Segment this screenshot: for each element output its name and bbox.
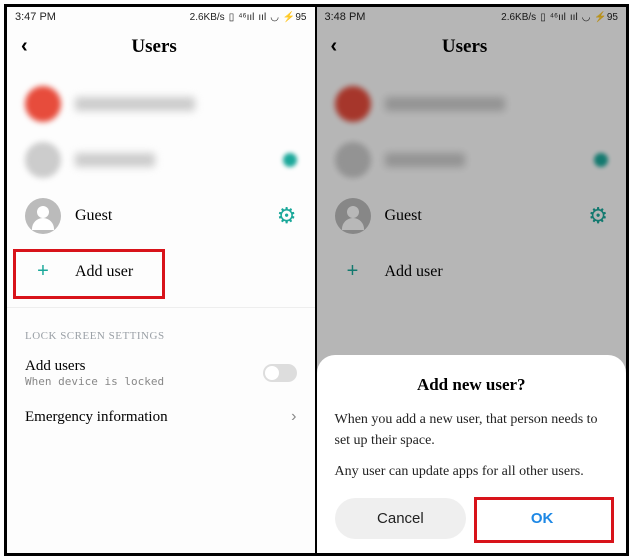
add-user-label: Add user [385,263,443,281]
toggle-add-users-locked[interactable] [263,364,297,382]
gear-icon[interactable]: ⚙ [588,203,608,229]
add-user-label: Add user [75,263,133,281]
dialog-body: When you add a new user, that person nee… [335,409,609,482]
dialog-title: Add new user? [335,375,609,395]
status-icons: 2.6KB/s ▯ ⁴⁶ııl ııl ◡ ⚡95 [501,12,618,23]
sim-icon: ▯ [540,12,546,23]
user-second-name-redacted [75,153,155,167]
dialog-text-1: When you add a new user, that person nee… [335,409,609,451]
sim-icon: ▯ [229,12,235,23]
status-time: 3:47 PM [15,11,56,23]
signal-icon-2: ııl [570,12,578,23]
avatar-second [25,142,61,178]
user-row-second[interactable] [317,132,627,188]
back-icon[interactable]: ‹ [331,35,338,58]
emergency-title: Emergency information [25,409,281,426]
gear-icon[interactable]: ⚙ [277,203,297,229]
dialog-text-2: Any user can update apps for all other u… [335,461,609,482]
wifi-icon: ◡ [270,12,279,23]
page-title: Users [337,36,592,58]
section-lock-settings: LOCK SCREEN SETTINGS [7,316,315,348]
screen-add-user-dialog: 3:48 PM 2.6KB/s ▯ ⁴⁶ııl ııl ◡ ⚡95 ‹ User… [317,7,627,553]
user-row-owner[interactable] [317,76,627,132]
status-bar: 3:48 PM 2.6KB/s ▯ ⁴⁶ııl ııl ◡ ⚡95 [317,7,627,25]
guest-label: Guest [385,207,575,225]
avatar-guest-icon [25,198,61,234]
setting-sub: When device is locked [25,375,253,388]
wifi-icon: ◡ [582,12,591,23]
header: ‹ Users [7,25,315,76]
net-speed: 2.6KB/s [501,12,536,23]
back-icon[interactable]: ‹ [21,35,28,58]
avatar-guest-icon [335,198,371,234]
signal-icon-1: ⁴⁶ııl [238,12,254,23]
setting-emergency-info[interactable]: Emergency information › [7,398,315,436]
signal-icon-1: ⁴⁶ııl [550,12,566,23]
cancel-button[interactable]: Cancel [335,498,467,539]
status-time: 3:48 PM [325,11,366,23]
dialog-buttons: Cancel OK [335,498,609,539]
avatar-second [335,142,371,178]
active-indicator-icon [594,153,608,167]
battery-icon: ⚡95 [594,12,618,23]
divider [7,307,315,308]
user-owner-name-redacted [385,97,505,111]
signal-icon-2: ııl [258,12,266,23]
add-user-button[interactable]: + Add user [317,244,627,299]
avatar-owner [25,86,61,122]
user-row-guest[interactable]: Guest ⚙ [317,188,627,244]
ok-button[interactable]: OK [476,498,608,539]
battery-icon: ⚡95 [283,12,307,23]
add-user-button[interactable]: + Add user [7,244,315,299]
guest-label: Guest [75,207,263,225]
user-row-owner[interactable] [7,76,315,132]
screen-users-list: 3:47 PM 2.6KB/s ▯ ⁴⁶ııl ııl ◡ ⚡95 ‹ User… [7,7,317,553]
net-speed: 2.6KB/s [190,12,225,23]
user-row-guest[interactable]: Guest ⚙ [7,188,315,244]
setting-title: Add users [25,358,253,375]
user-second-name-redacted [385,153,465,167]
user-owner-name-redacted [75,97,195,111]
status-icons: 2.6KB/s ▯ ⁴⁶ııl ııl ◡ ⚡95 [190,12,307,23]
active-indicator-icon [283,153,297,167]
header: ‹ Users [317,25,627,76]
plus-icon: + [335,260,371,283]
dialog-add-user: Add new user? When you add a new user, t… [317,355,627,553]
status-bar: 3:47 PM 2.6KB/s ▯ ⁴⁶ııl ııl ◡ ⚡95 [7,7,315,25]
plus-icon: + [25,260,61,283]
user-row-second[interactable] [7,132,315,188]
avatar-owner [335,86,371,122]
setting-add-users-locked[interactable]: Add users When device is locked [7,348,315,398]
page-title: Users [28,36,281,58]
chevron-right-icon: › [291,408,296,426]
